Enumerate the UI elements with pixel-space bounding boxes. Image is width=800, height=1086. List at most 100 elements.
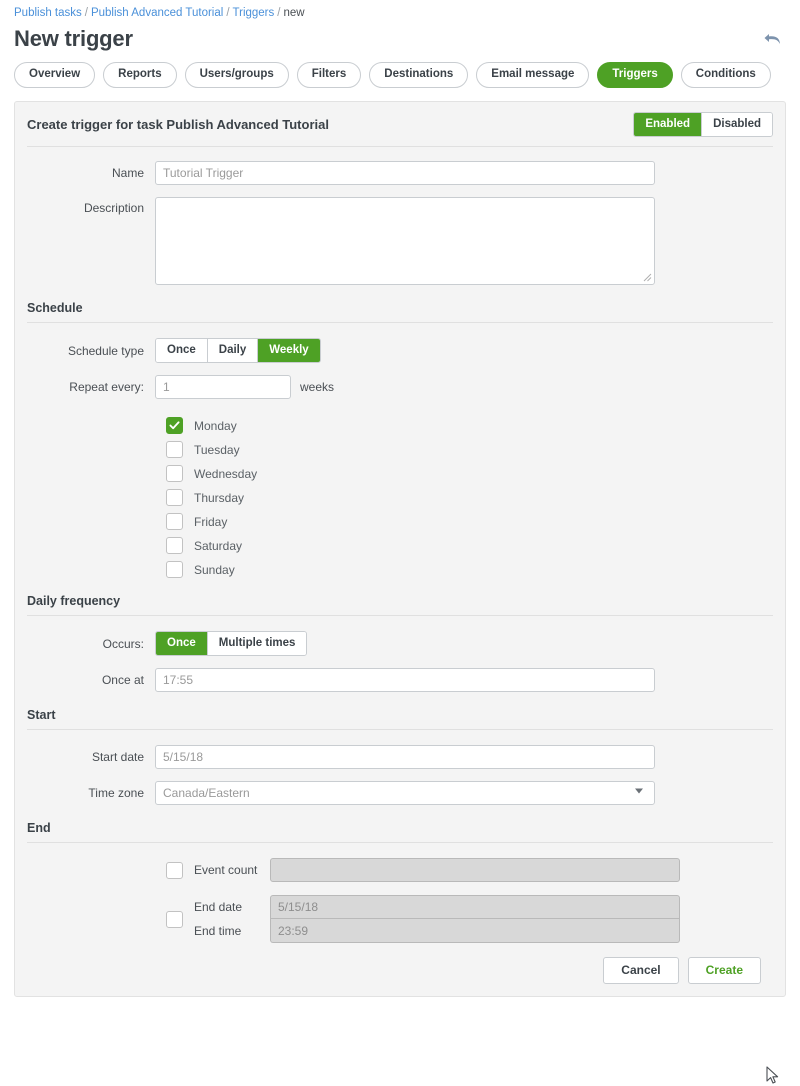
- mouse-cursor: [766, 1066, 780, 1086]
- check-icon: [169, 420, 180, 431]
- start-date-input[interactable]: 5/15/18: [155, 745, 655, 769]
- day-checkbox-row: Monday: [27, 417, 773, 434]
- tab-users-groups[interactable]: Users/groups: [185, 62, 289, 88]
- repeat-every-input[interactable]: 1: [155, 375, 291, 399]
- end-section-title: End: [27, 821, 773, 842]
- occurs-label: Occurs:: [27, 637, 155, 651]
- event-count-row: Event count: [27, 858, 773, 882]
- time-zone-row: Time zone Canada/Eastern: [27, 781, 773, 805]
- time-zone-select[interactable]: Canada/Eastern: [155, 781, 655, 805]
- day-checkbox-row: Wednesday: [27, 465, 773, 482]
- occurs-row: Occurs: Once Multiple times: [27, 631, 773, 656]
- checkbox-end-date-time[interactable]: [166, 911, 183, 928]
- occurs-segmented: Once Multiple times: [155, 631, 307, 656]
- tab-filters[interactable]: Filters: [297, 62, 362, 88]
- schedule-type-weekly[interactable]: Weekly: [257, 339, 319, 362]
- checkbox-saturday[interactable]: [166, 537, 183, 554]
- checkbox-monday[interactable]: [166, 417, 183, 434]
- tab-destinations[interactable]: Destinations: [369, 62, 468, 88]
- breadcrumb-item-publish-tasks[interactable]: Publish tasks: [14, 7, 82, 19]
- schedule-type-segmented: Once Daily Weekly: [155, 338, 321, 363]
- day-label-monday: Monday: [194, 419, 237, 433]
- end-date-time-stack: End date 5/15/18 End time 23:59: [183, 895, 680, 943]
- once-at-input[interactable]: 17:55: [155, 668, 655, 692]
- time-zone-label: Time zone: [27, 786, 155, 800]
- checkbox-event-count[interactable]: [166, 862, 183, 879]
- back-arrow-icon[interactable]: [760, 26, 786, 52]
- tab-bar: Overview Reports Users/groups Filters De…: [0, 52, 800, 88]
- breadcrumb-item-new: new: [283, 7, 304, 19]
- checkbox-wednesday[interactable]: [166, 465, 183, 482]
- checkbox-sunday[interactable]: [166, 561, 183, 578]
- tab-overview[interactable]: Overview: [14, 62, 95, 88]
- card-title: Create trigger for task Publish Advanced…: [27, 117, 329, 132]
- name-row: Name Tutorial Trigger: [27, 161, 773, 185]
- description-textarea[interactable]: [155, 197, 655, 285]
- once-at-row: Once at 17:55: [27, 668, 773, 692]
- end-date-sub-row: End date 5/15/18: [183, 895, 680, 919]
- checkbox-tuesday[interactable]: [166, 441, 183, 458]
- schedule-type-once[interactable]: Once: [156, 339, 207, 362]
- breadcrumb-item-triggers[interactable]: Triggers: [233, 7, 275, 19]
- breadcrumb-item-publish-advanced-tutorial[interactable]: Publish Advanced Tutorial: [91, 7, 223, 19]
- checkbox-friday[interactable]: [166, 513, 183, 530]
- repeat-every-row: Repeat every: 1 weeks: [27, 375, 773, 399]
- day-checkbox-row: Tuesday: [27, 441, 773, 458]
- day-label-saturday: Saturday: [194, 539, 242, 553]
- schedule-type-row: Schedule type Once Daily Weekly: [27, 338, 773, 363]
- page-header: Publish tasks/Publish Advanced Tutorial/…: [0, 0, 800, 52]
- day-label-friday: Friday: [194, 515, 227, 529]
- status-disabled-button[interactable]: Disabled: [701, 113, 772, 136]
- trigger-form-card: Create trigger for task Publish Advanced…: [14, 101, 786, 997]
- start-divider: [27, 729, 773, 730]
- form-footer: Cancel Create: [27, 943, 773, 986]
- name-input[interactable]: Tutorial Trigger: [155, 161, 655, 185]
- schedule-type-daily[interactable]: Daily: [207, 339, 258, 362]
- end-section: End Event count End date 5/15/18 End tim…: [27, 821, 773, 943]
- tab-reports[interactable]: Reports: [103, 62, 176, 88]
- tab-email-message[interactable]: Email message: [476, 62, 589, 88]
- schedule-section: Schedule Schedule type Once Daily Weekly…: [27, 301, 773, 578]
- end-time-input: 23:59: [270, 919, 680, 943]
- repeat-every-unit: weeks: [300, 380, 334, 394]
- breadcrumb-separator: /: [277, 7, 280, 19]
- start-date-row: Start date 5/15/18: [27, 745, 773, 769]
- card-body: Name Tutorial Trigger Description Schedu…: [15, 161, 785, 986]
- end-divider: [27, 842, 773, 843]
- schedule-divider: [27, 322, 773, 323]
- page-title: New trigger: [14, 26, 133, 52]
- day-label-sunday: Sunday: [194, 563, 235, 577]
- event-count-input: [270, 858, 680, 882]
- description-row: Description: [27, 197, 773, 285]
- day-checkbox-row: Friday: [27, 513, 773, 530]
- start-section: Start Start date 5/15/18 Time zone Canad…: [27, 708, 773, 805]
- occurs-multiple-times[interactable]: Multiple times: [207, 632, 307, 655]
- cancel-button[interactable]: Cancel: [603, 957, 678, 984]
- card-header-divider: [27, 146, 773, 147]
- status-enabled-button[interactable]: Enabled: [634, 113, 701, 136]
- end-date-label: End date: [194, 900, 270, 914]
- day-label-wednesday: Wednesday: [194, 467, 257, 481]
- breadcrumb-separator: /: [85, 7, 88, 19]
- repeat-every-label: Repeat every:: [27, 380, 155, 394]
- name-label: Name: [27, 166, 155, 180]
- card-header: Create trigger for task Publish Advanced…: [15, 102, 785, 146]
- title-row: New trigger: [14, 26, 786, 52]
- once-at-label: Once at: [27, 673, 155, 687]
- end-date-input: 5/15/18: [270, 895, 680, 919]
- end-time-sub-row: End time 23:59: [183, 919, 680, 943]
- daily-frequency-divider: [27, 615, 773, 616]
- tab-conditions[interactable]: Conditions: [681, 62, 771, 88]
- end-date-time-row: End date 5/15/18 End time 23:59: [27, 895, 773, 943]
- day-checkbox-row: Thursday: [27, 489, 773, 506]
- chevron-down-icon[interactable]: [635, 788, 643, 793]
- day-label-thursday: Thursday: [194, 491, 244, 505]
- day-checkbox-row: Sunday: [27, 561, 773, 578]
- occurs-once[interactable]: Once: [156, 632, 207, 655]
- checkbox-thursday[interactable]: [166, 489, 183, 506]
- description-label: Description: [27, 197, 155, 215]
- create-button[interactable]: Create: [688, 957, 761, 984]
- tab-triggers[interactable]: Triggers: [597, 62, 672, 88]
- resize-grip-icon[interactable]: [643, 273, 652, 282]
- daily-frequency-section: Daily frequency Occurs: Once Multiple ti…: [27, 594, 773, 692]
